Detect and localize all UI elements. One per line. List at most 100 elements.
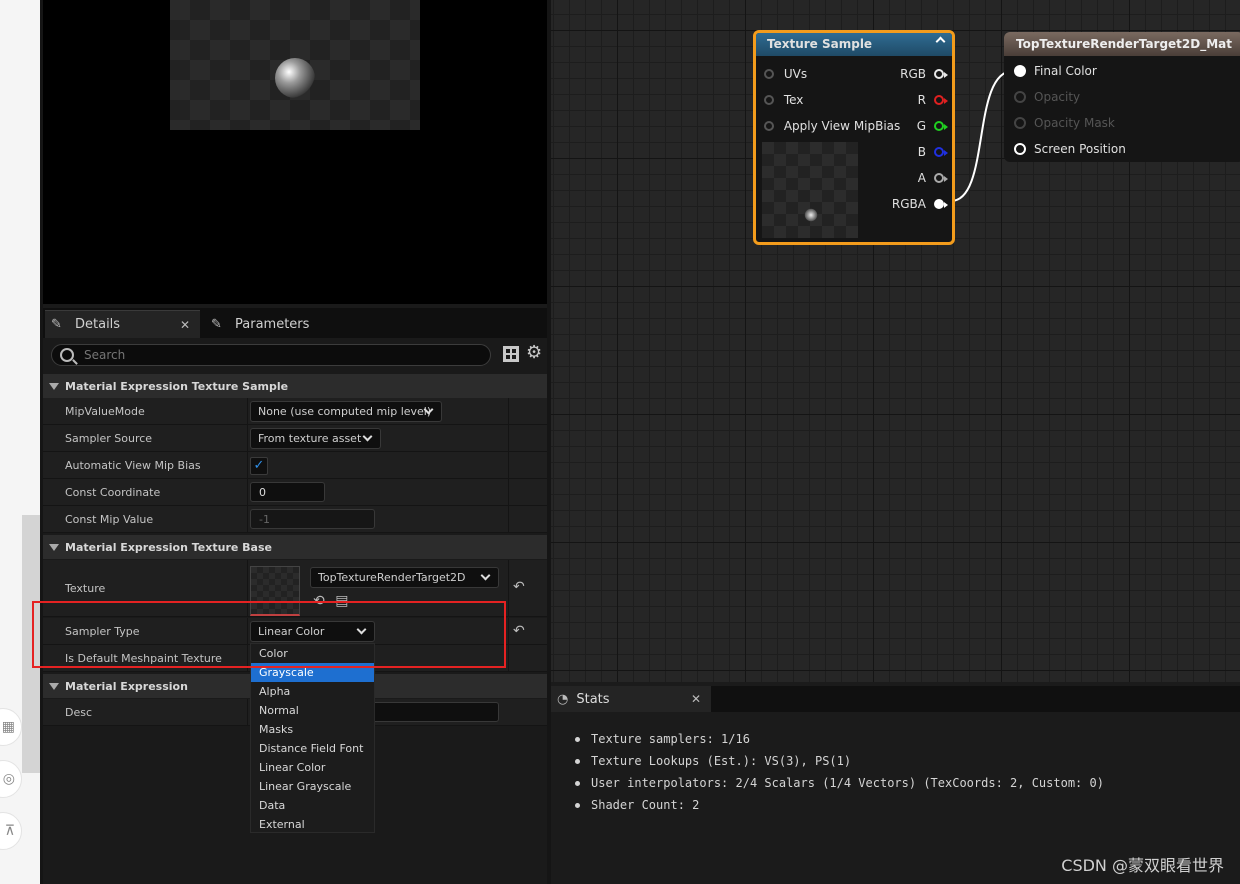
- pin-icon: [934, 95, 948, 105]
- input-pin-apply-view-mipbias[interactable]: Apply View MipBias: [764, 117, 900, 135]
- sampler-type-option[interactable]: Distance Field Font: [251, 739, 374, 758]
- back-to-top-icon[interactable]: ⊼: [0, 812, 22, 850]
- output-pin-r[interactable]: R: [917, 91, 948, 109]
- stats-icon: ◔: [557, 691, 569, 707]
- reset-to-default-icon[interactable]: ↶: [513, 623, 525, 639]
- sampler-type-option[interactable]: Normal: [251, 701, 374, 720]
- pin-label: R: [917, 93, 926, 107]
- node-texture-preview: [762, 142, 858, 238]
- tab-details-label: Details: [75, 317, 121, 332]
- section-title: Material Expression: [65, 679, 188, 693]
- gear-icon[interactable]: ⚙: [526, 342, 542, 363]
- input-pin-tex[interactable]: Tex: [764, 91, 803, 109]
- pin-label: UVs: [783, 67, 808, 81]
- sampler-type-option[interactable]: Alpha: [251, 682, 374, 701]
- pin-icon: [764, 69, 774, 79]
- output-pin-opacity-mask[interactable]: Opacity Mask: [1014, 114, 1115, 132]
- sampler-type-option[interactable]: Data: [251, 796, 374, 815]
- auto-mip-bias-checkbox[interactable]: ✓: [250, 457, 268, 475]
- row-label: MipValueMode: [65, 405, 145, 418]
- stats-list: Texture samplers: 1/16 Texture Lookups (…: [573, 728, 1104, 816]
- table-view-icon[interactable]: [503, 346, 519, 362]
- output-pin-opacity[interactable]: Opacity: [1014, 88, 1080, 106]
- pin-label: Screen Position: [1034, 142, 1126, 156]
- output-pin-rgb[interactable]: RGB: [900, 65, 948, 83]
- close-icon[interactable]: ✕: [180, 318, 190, 332]
- row-const-coordinate: Const Coordinate 0: [43, 479, 547, 506]
- output-pin-rgba[interactable]: RGBA: [892, 195, 948, 213]
- qr-code-icon[interactable]: ▦: [0, 708, 22, 746]
- pin-icon: [934, 199, 948, 209]
- section-texture-base[interactable]: Material Expression Texture Base: [43, 535, 547, 559]
- details-tab-bar: ✎ Details ✕ ✎ Parameters: [43, 308, 547, 338]
- row-label: Const Mip Value: [65, 513, 154, 526]
- pin-icon: [1014, 65, 1026, 77]
- material-output-node[interactable]: TopTextureRenderTarget2D_Mat Final Color…: [1004, 32, 1240, 162]
- output-pin-screen-position[interactable]: Screen Position: [1014, 140, 1126, 158]
- material-preview-viewport[interactable]: [43, 0, 547, 304]
- const-coordinate-input[interactable]: 0: [250, 482, 325, 502]
- row-label: Const Coordinate: [65, 486, 161, 499]
- section-texture-sample[interactable]: Material Expression Texture Sample: [43, 374, 547, 398]
- pin-icon: [1014, 91, 1026, 103]
- chevron-down-icon: [480, 570, 491, 581]
- output-pin-a[interactable]: A: [917, 169, 948, 187]
- tab-stats[interactable]: ◔ Stats ✕: [551, 686, 711, 712]
- input-pin-uvs[interactable]: UVs: [764, 65, 807, 83]
- input-value: 0: [259, 485, 266, 499]
- pin-label: RGB: [900, 67, 926, 81]
- headset-icon[interactable]: ◎: [0, 760, 22, 798]
- collapse-triangle-icon: [49, 682, 59, 690]
- tab-parameters-label: Parameters: [235, 316, 310, 332]
- node-title: TopTextureRenderTarget2D_Mat: [1016, 37, 1233, 51]
- pin-label: Opacity Mask: [1034, 116, 1115, 130]
- tab-details[interactable]: ✎ Details ✕: [45, 310, 200, 338]
- search-box: [51, 344, 491, 366]
- section-title: Material Expression Texture Sample: [65, 379, 289, 393]
- sampler-type-option[interactable]: External: [251, 815, 374, 834]
- pin-label: G: [916, 119, 926, 133]
- pin-icon: [1014, 143, 1026, 155]
- pin-label: Apply View MipBias: [783, 119, 901, 133]
- tab-parameters[interactable]: ✎ Parameters: [205, 310, 335, 338]
- input-value: -1: [259, 512, 270, 526]
- node-header[interactable]: Texture Sample: [756, 33, 952, 56]
- pin-icon: [934, 173, 948, 183]
- pencil-icon: ✎: [51, 317, 62, 332]
- sampler-type-option[interactable]: Linear Color: [251, 758, 374, 777]
- row-const-mip-value: Const Mip Value -1: [43, 506, 547, 533]
- pin-icon: [764, 121, 774, 131]
- texture-asset-dropdown[interactable]: TopTextureRenderTarget2D: [310, 567, 499, 588]
- preview-object: [275, 58, 315, 98]
- pin-icon: [934, 147, 948, 157]
- node-header[interactable]: TopTextureRenderTarget2D_Mat: [1004, 32, 1240, 56]
- pin-label: B: [917, 145, 926, 159]
- browser-side-strip: ▦ ◎ ⊼: [0, 0, 40, 884]
- sampler-source-dropdown[interactable]: From texture asset: [250, 428, 381, 449]
- close-icon[interactable]: ✕: [691, 692, 701, 706]
- output-pin-b[interactable]: B: [917, 143, 948, 161]
- dropdown-value: None (use computed mip level): [258, 405, 432, 418]
- search-icon: [60, 348, 74, 362]
- pin-label: Tex: [783, 93, 804, 107]
- output-pin-final-color[interactable]: Final Color: [1014, 62, 1097, 80]
- row-label: Desc: [65, 706, 93, 719]
- chevron-up-icon[interactable]: [935, 36, 946, 47]
- const-mip-value-input[interactable]: -1: [250, 509, 375, 529]
- output-pin-g[interactable]: G: [916, 117, 948, 135]
- list-item: Texture samplers: 1/16: [573, 728, 1104, 750]
- mip-value-mode-dropdown[interactable]: None (use computed mip level): [250, 401, 442, 422]
- texture-sample-node[interactable]: Texture Sample UVs Tex Apply View MipBia…: [753, 30, 955, 245]
- sampler-type-option[interactable]: Masks: [251, 720, 374, 739]
- sampler-type-option[interactable]: Linear Grayscale: [251, 777, 374, 796]
- pin-label: A: [917, 171, 926, 185]
- pin-icon: [934, 69, 948, 79]
- reset-to-default-icon[interactable]: ↶: [513, 579, 525, 595]
- material-graph-canvas[interactable]: Texture Sample UVs Tex Apply View MipBia…: [551, 0, 1240, 682]
- list-item: Texture Lookups (Est.): VS(3), PS(1): [573, 750, 1104, 772]
- list-item: Shader Count: 2: [573, 794, 1104, 816]
- section-title: Material Expression Texture Base: [65, 540, 272, 554]
- collapse-triangle-icon: [49, 543, 59, 551]
- collapse-triangle-icon: [49, 382, 59, 390]
- search-input[interactable]: [84, 348, 464, 362]
